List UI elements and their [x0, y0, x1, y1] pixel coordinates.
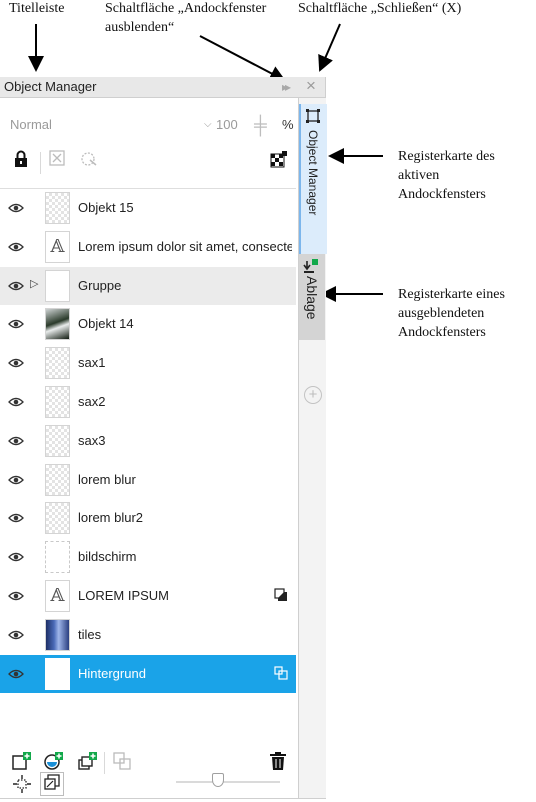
tab-object-manager[interactable]: Object Manager	[299, 104, 327, 254]
layer-label: LOREM IPSUM	[78, 588, 170, 603]
layer-thumbnail	[45, 192, 70, 224]
layer-thumbnail	[45, 541, 70, 574]
combine-icon[interactable]	[110, 751, 134, 775]
eye-icon[interactable]	[8, 666, 24, 682]
layer-label: Objekt 15	[78, 200, 134, 215]
eye-icon[interactable]	[8, 278, 24, 294]
new-layer-icon[interactable]	[10, 751, 34, 775]
double-chevron-right-icon[interactable]: ▸▸	[282, 77, 291, 97]
bottom-divider	[104, 752, 105, 774]
eye-icon[interactable]	[8, 316, 24, 332]
layer-label: Objekt 14	[78, 316, 134, 332]
opacity-unit: %	[282, 117, 294, 132]
layer-row[interactable]: Hintergrund	[0, 654, 296, 693]
layer-thumbnail	[45, 386, 70, 418]
layer-row[interactable]: sax2	[0, 383, 296, 421]
layer-list: Objekt 15 𝔸 Lorem ipsum dolor sit amet, co…	[0, 188, 296, 772]
layer-label: sax3	[78, 432, 106, 448]
object-manager-icon	[305, 108, 321, 127]
eye-icon[interactable]	[8, 588, 24, 604]
layer-label: Gruppe	[78, 277, 122, 293]
layer-row[interactable]: Objekt 14	[0, 305, 296, 343]
layer-thumbnail	[45, 347, 70, 380]
layer-row[interactable]: ▷ Gruppe	[0, 266, 296, 305]
layer-row[interactable]: sax1	[0, 344, 296, 382]
eye-icon[interactable]	[8, 472, 24, 488]
layer-toolbar	[0, 146, 298, 176]
layer-thumbnail	[45, 502, 70, 535]
docker-titlebar[interactable]: Object Manager ▸▸ ×	[0, 76, 325, 98]
object-manager-docker: Object Manager ▸▸ × Normal ⌵ 100 ╪ % Obj…	[0, 76, 327, 799]
layer-label: lorem blur2	[78, 510, 144, 526]
layer-row[interactable]: Objekt 15	[0, 189, 296, 227]
slider-thumb[interactable]	[212, 773, 224, 787]
toolbar-divider	[40, 152, 41, 174]
layer-thumbnail	[45, 463, 70, 496]
annotation-active-tab: Registerkarte des aktiven Andockfensters	[398, 149, 495, 202]
eye-icon[interactable]	[8, 200, 24, 216]
layer-row[interactable]: bildschirm	[0, 538, 296, 576]
thumbnail-size-slider[interactable]	[176, 772, 280, 792]
lock-page-icon	[274, 665, 288, 680]
eye-icon[interactable]	[8, 627, 24, 643]
eye-icon[interactable]	[8, 549, 24, 565]
eye-icon[interactable]	[8, 433, 24, 449]
layer-label: sax2	[78, 394, 106, 409]
eye-icon[interactable]	[8, 394, 24, 410]
layer-thumbnail	[45, 657, 70, 690]
layer-thumbnail	[45, 308, 70, 341]
docker-content: Normal ⌵ 100 ╪ % Objekt 15 𝔸 Lorem ipsum d…	[0, 98, 298, 798]
blend-mode-select[interactable]: Normal ⌵	[8, 114, 214, 136]
tab-ablage[interactable]: Ablage	[299, 254, 325, 340]
tab-ablage-label: Ablage	[304, 276, 320, 320]
layer-thumbnail	[45, 269, 70, 302]
layer-label: Lorem ipsum dolor sit amet, consecte...	[78, 238, 292, 254]
tab-object-manager-label: Object Manager	[306, 130, 320, 216]
layer-row[interactable]: tiles	[0, 616, 296, 654]
show-object-properties-icon[interactable]	[46, 150, 68, 172]
close-icon[interactable]: ×	[306, 76, 316, 96]
ablage-icon	[303, 258, 319, 277]
text-object-icon: 𝔸	[45, 230, 70, 263]
bottom-toolbar	[0, 742, 298, 798]
layer-row[interactable]: lorem blur	[0, 461, 296, 499]
eye-icon[interactable]	[8, 510, 24, 526]
layer-thumbnail	[45, 618, 70, 651]
annotation-hidden-tab: Registerkarte eines ausgeblendeten Andoc…	[398, 287, 505, 340]
annotation-hide-button: Schaltfläche „Andockfenster ausblenden“	[105, 1, 267, 35]
slider-track	[176, 781, 280, 783]
center-view-icon[interactable]	[10, 774, 34, 798]
text-object-icon: 𝔸	[45, 580, 70, 612]
lock-icon[interactable]	[10, 150, 32, 172]
layer-row[interactable]: sax3	[0, 422, 296, 460]
opacity-field[interactable]: 100	[216, 114, 256, 136]
chevron-down-icon: ⌵	[204, 119, 212, 130]
layer-row[interactable]: lorem blur2	[0, 499, 296, 537]
layer-label: Hintergrund	[78, 665, 146, 681]
docker-title: Object Manager	[4, 79, 97, 94]
layer-label: bildschirm	[78, 549, 137, 565]
blend-bar: Normal ⌵ 100 ╪ %	[4, 114, 294, 136]
checker-lock-icon[interactable]	[268, 150, 290, 172]
layer-row[interactable]: 𝔸 LOREM IPSUM	[0, 577, 296, 615]
new-page-layer-icon[interactable]	[76, 751, 100, 775]
view-mode-icon[interactable]	[40, 772, 64, 796]
layer-thumbnail	[45, 424, 70, 457]
annotation-close-button: Schaltfläche „Schließen“ (X)	[298, 1, 462, 16]
shadow-icon	[274, 588, 288, 602]
opacity-slider-icon[interactable]: ╪	[254, 114, 276, 136]
layer-label: sax1	[78, 355, 106, 371]
layer-label: tiles	[78, 626, 102, 642]
annotation-titlebar: Titelleiste	[9, 1, 65, 16]
eye-icon[interactable]	[8, 239, 24, 255]
layer-label: lorem blur	[78, 471, 136, 487]
expand-triangle-icon[interactable]: ▷	[30, 277, 38, 290]
eye-icon[interactable]	[8, 355, 24, 371]
layer-row[interactable]: 𝔸 Lorem ipsum dolor sit amet, consecte...	[0, 228, 296, 266]
object-picker-icon[interactable]	[78, 150, 100, 172]
add-tab-icon[interactable]: +	[304, 386, 322, 404]
blend-mode-value: Normal	[10, 117, 52, 132]
docker-tab-strip: Object Manager Ablage +	[298, 98, 327, 798]
